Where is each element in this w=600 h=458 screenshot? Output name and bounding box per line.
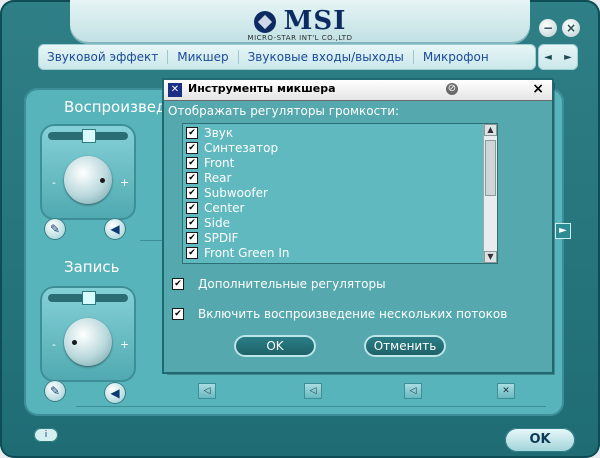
- list-item[interactable]: ✔ Front Green In: [186, 245, 289, 260]
- playback-balance-thumb[interactable]: [82, 129, 96, 143]
- record-volume-knob[interactable]: [64, 318, 112, 366]
- mixer-tools-dialog: ✕ Инструменты микшера ⊘ × Отображать рег…: [164, 80, 552, 372]
- list-item[interactable]: ✔ Звук: [186, 125, 233, 140]
- record-volume-control: - +: [40, 286, 136, 382]
- tab-next-arrow-icon[interactable]: ►: [564, 52, 572, 63]
- option-advanced-controls[interactable]: ✔ Дополнительные регуляторы: [172, 277, 386, 291]
- scroll-up-arrow-icon[interactable]: ▲: [484, 124, 497, 136]
- dialog-cancel-button[interactable]: Отменить: [364, 335, 446, 357]
- list-item[interactable]: ✔ Front: [186, 155, 234, 170]
- tab-inputs-outputs[interactable]: Звуковые входы/выходы: [239, 50, 414, 64]
- list-item[interactable]: ✔ Center: [186, 200, 244, 215]
- speaker-icon[interactable]: ◁: [198, 383, 216, 399]
- checkbox[interactable]: ✔: [186, 171, 198, 184]
- dialog-ok-button[interactable]: OK: [234, 335, 316, 357]
- list-scrollbar[interactable]: ▲ ▼: [483, 124, 497, 263]
- playback-settings-button[interactable]: ✎: [44, 218, 66, 240]
- record-settings-button[interactable]: ✎: [44, 380, 66, 402]
- checkbox[interactable]: ✔: [186, 231, 198, 244]
- tab-microphone[interactable]: Микрофон: [414, 50, 498, 64]
- option-multistream[interactable]: ✔ Включить воспроизведение нескольких пот…: [172, 307, 507, 321]
- playback-label: Воспроизведе: [64, 98, 176, 116]
- pin-icon[interactable]: ⊘: [446, 83, 458, 95]
- record-mute-button[interactable]: ◀: [104, 382, 126, 404]
- checkbox[interactable]: ✔: [172, 308, 184, 320]
- list-item[interactable]: ✔ Side: [186, 215, 230, 230]
- speaker-muted-icon[interactable]: ✕: [497, 383, 515, 399]
- speaker-icon[interactable]: ◁: [404, 383, 422, 399]
- close-window-button[interactable]: ×: [562, 19, 580, 37]
- tab-sound-effect[interactable]: Звуковой эффект: [38, 50, 169, 64]
- tab-bar: Звуковой эффект Микшер Звуковые входы/вы…: [38, 44, 536, 70]
- record-label: Запись: [64, 258, 120, 276]
- checkbox[interactable]: ✔: [186, 201, 198, 214]
- checkbox[interactable]: ✔: [186, 246, 198, 259]
- playback-volume-knob[interactable]: [64, 156, 112, 204]
- dialog-title: Инструменты микшера: [188, 82, 336, 95]
- scroll-right-arrow-icon[interactable]: ►: [555, 223, 571, 239]
- minimize-button[interactable]: −: [539, 19, 557, 37]
- divider: [76, 406, 546, 407]
- tab-nav: ◄ ►: [538, 44, 578, 70]
- minus-sign: -: [52, 176, 56, 189]
- minus-sign: -: [52, 338, 56, 351]
- scroll-thumb[interactable]: [485, 140, 496, 196]
- checkbox[interactable]: ✔: [186, 216, 198, 229]
- list-item[interactable]: ✔ SPDIF: [186, 230, 239, 245]
- divider: [140, 240, 164, 241]
- tab-prev-arrow-icon[interactable]: ◄: [544, 52, 552, 63]
- msi-shield-icon: [253, 11, 276, 33]
- checkbox[interactable]: ✔: [186, 186, 198, 199]
- plus-sign: +: [120, 338, 130, 351]
- record-balance-thumb[interactable]: [82, 291, 96, 305]
- dialog-title-bar: ✕ Инструменты микшера ⊘ ×: [164, 80, 552, 101]
- list-item[interactable]: ✔ Синтезатор: [186, 140, 278, 155]
- checkbox[interactable]: ✔: [186, 126, 198, 139]
- playback-volume-control: - +: [40, 124, 136, 220]
- checkbox[interactable]: ✔: [186, 141, 198, 154]
- tab-mixer[interactable]: Микшер: [168, 50, 239, 64]
- title-bar: MSI MICRO-STAR INT'L CO.,LTD: [70, 0, 530, 44]
- msi-logo: MSI MICRO-STAR INT'L CO.,LTD: [247, 6, 353, 42]
- volume-controls-list: ✔ Звук ✔ Синтезатор ✔ Front ✔ Rear ✔ Subwoofe…: [182, 123, 498, 264]
- checkbox[interactable]: ✔: [186, 156, 198, 169]
- dialog-close-button[interactable]: ×: [532, 81, 544, 97]
- playback-mute-button[interactable]: ◀: [104, 218, 126, 240]
- list-item[interactable]: ✔ Rear: [186, 170, 231, 185]
- scroll-down-arrow-icon[interactable]: ▼: [484, 251, 497, 263]
- plus-sign: +: [120, 176, 130, 189]
- speaker-icon[interactable]: ◁: [304, 383, 322, 399]
- info-button[interactable]: i: [34, 428, 58, 442]
- mixer-tools-icon: ✕: [168, 83, 182, 97]
- checkbox[interactable]: ✔: [172, 278, 184, 290]
- dialog-prompt: Отображать регуляторы громкости:: [168, 104, 400, 118]
- list-item[interactable]: ✔ Subwoofer: [186, 185, 268, 200]
- ok-button[interactable]: OK: [505, 428, 575, 452]
